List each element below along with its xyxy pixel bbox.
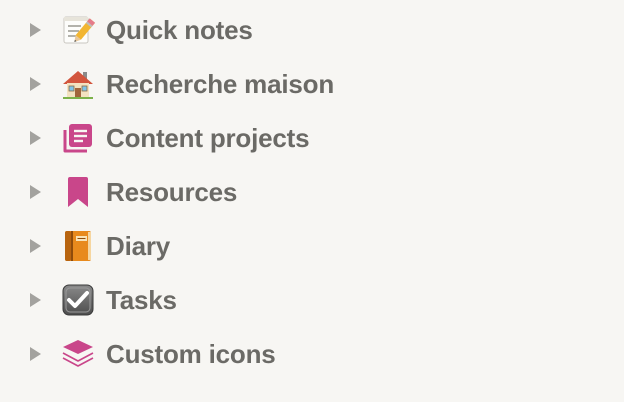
document-list-icon (60, 120, 96, 156)
layers-icon (60, 336, 96, 372)
expand-toggle-icon[interactable] (24, 343, 46, 365)
sidebar-item-label: Diary (106, 230, 171, 261)
sidebar-item-quick-notes[interactable]: Quick notes (0, 3, 624, 57)
sidebar-item-recherche-maison[interactable]: Recherche maison (0, 57, 624, 111)
sidebar-item-label: Content projects (106, 122, 310, 153)
sidebar-item-label: Recherche maison (106, 68, 335, 99)
sidebar-item-label: Quick notes (106, 14, 253, 45)
sidebar-item-tasks[interactable]: Tasks (0, 273, 624, 327)
house-icon (60, 66, 96, 102)
expand-toggle-icon[interactable] (24, 127, 46, 149)
sidebar-item-label: Resources (106, 176, 238, 207)
expand-toggle-icon[interactable] (24, 19, 46, 41)
expand-toggle-icon[interactable] (24, 181, 46, 203)
sidebar-item-custom-icons[interactable]: Custom icons (0, 327, 624, 381)
expand-toggle-icon[interactable] (24, 235, 46, 257)
notebook-icon (60, 228, 96, 264)
sidebar-item-content-projects[interactable]: Content projects (0, 111, 624, 165)
bookmark-icon (60, 174, 96, 210)
sidebar-item-label: Tasks (106, 284, 177, 315)
sidebar-item-diary[interactable]: Diary (0, 219, 624, 273)
sidebar-page-list: Quick notes Recherche maison Content pro… (0, 0, 624, 402)
expand-toggle-icon[interactable] (24, 289, 46, 311)
memo-pencil-icon (60, 12, 96, 48)
sidebar-item-resources[interactable]: Resources (0, 165, 624, 219)
expand-toggle-icon[interactable] (24, 73, 46, 95)
sidebar-item-label: Custom icons (106, 338, 276, 369)
checkbox-icon (60, 282, 96, 318)
